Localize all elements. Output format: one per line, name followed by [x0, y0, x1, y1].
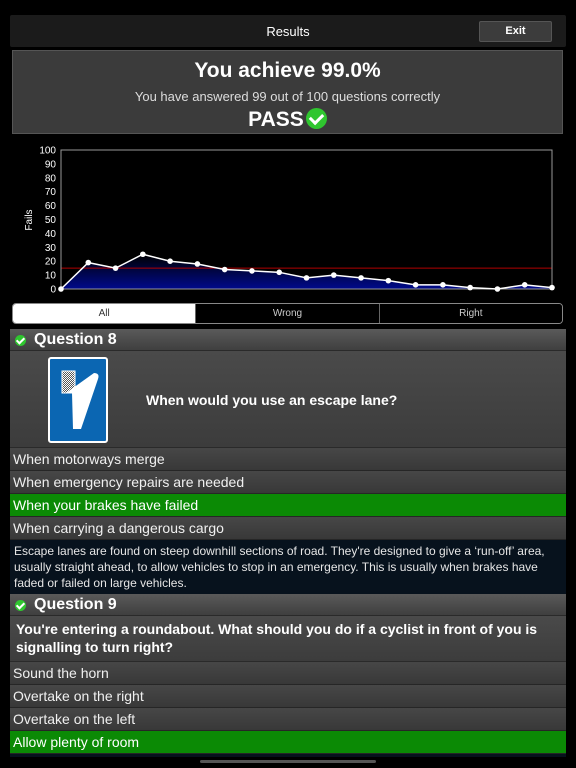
- pass-text: PASS: [248, 108, 304, 131]
- answer-option-correct: When your brakes have failed: [10, 494, 566, 517]
- data-point: [221, 266, 228, 273]
- y-tick-label: 100: [39, 146, 56, 157]
- y-tick-label: 70: [45, 187, 57, 198]
- filter-tabs: All Wrong Right: [12, 303, 563, 324]
- y-tick-label: 80: [45, 173, 57, 184]
- check-circle-icon: [305, 108, 327, 129]
- y-tick-label: 20: [45, 257, 57, 268]
- nav-bar: Results Exit: [10, 15, 566, 47]
- data-point: [58, 286, 64, 292]
- area-fill: [61, 254, 552, 289]
- data-point: [249, 268, 255, 274]
- y-tick-label: 50: [45, 215, 57, 226]
- answer-option: When carrying a dangerous cargo: [10, 517, 566, 540]
- result-summary: You achieve 99.0% You have answered 99 o…: [12, 50, 563, 134]
- answer-option: Overtake on the left: [10, 708, 566, 731]
- data-point: [467, 284, 473, 291]
- answer-option: Sound the horn: [10, 662, 566, 685]
- data-point: [194, 261, 201, 267]
- escape-lane-sign-icon: [61, 370, 99, 429]
- question-body: When would you use an escape lane?: [10, 351, 566, 448]
- exit-button[interactable]: Exit: [479, 21, 552, 42]
- data-point: [330, 272, 337, 278]
- question-text: When would you use an escape lane?: [146, 392, 398, 408]
- answer-option: When emergency repairs are needed: [10, 471, 566, 494]
- data-point: [385, 277, 392, 284]
- data-point: [276, 269, 283, 276]
- data-point: [167, 258, 173, 264]
- y-tick-label: 40: [45, 229, 57, 240]
- data-point: [140, 251, 146, 258]
- question-header: Question 9: [10, 594, 566, 616]
- question-title: Question 9: [34, 596, 117, 613]
- explanation: Allow the cyclist plenty of room. Give t…: [10, 754, 566, 757]
- pass-label: PASS: [13, 108, 562, 132]
- question-header: Question 8: [10, 329, 566, 351]
- answer-option-correct: Allow plenty of room: [10, 731, 566, 754]
- check-circle-icon: [15, 335, 26, 346]
- tab-all[interactable]: All: [13, 304, 196, 323]
- fails-chart: 0 10 20 30 40 50 60 70 80 90 100 Fails: [0, 140, 576, 300]
- data-point: [358, 275, 364, 281]
- data-point: [303, 275, 310, 281]
- check-circle-icon: [15, 600, 26, 611]
- score-title: You achieve 99.0%: [194, 59, 381, 82]
- data-point: [494, 286, 501, 292]
- answer-option: Overtake on the right: [10, 685, 566, 708]
- y-tick-label: 90: [45, 159, 57, 170]
- answer-option: When motorways merge: [10, 448, 566, 471]
- questions-list[interactable]: Question 8 When would you use an escape …: [10, 329, 566, 757]
- data-point: [440, 282, 446, 288]
- data-point: [112, 265, 119, 271]
- y-tick-label: 0: [50, 285, 56, 296]
- y-axis-label: Fails: [24, 209, 35, 230]
- question-text: You're entering a roundabout. What shoul…: [10, 616, 566, 662]
- chart-svg: 0 10 20 30 40 50 60 70 80 90 100 Fails: [24, 146, 555, 296]
- tab-right[interactable]: Right: [378, 304, 562, 323]
- data-point: [521, 282, 528, 288]
- data-point: [412, 282, 419, 288]
- y-tick-label: 30: [45, 243, 57, 254]
- y-tick-label: 10: [45, 271, 57, 282]
- data-point: [85, 259, 92, 266]
- home-indicator[interactable]: [200, 760, 376, 763]
- y-tick-label: 60: [45, 201, 57, 212]
- data-point: [549, 284, 555, 291]
- explanation: Escape lanes are found on steep downhill…: [10, 540, 566, 594]
- question-title: Question 8: [34, 331, 117, 348]
- tab-wrong[interactable]: Wrong: [195, 304, 379, 323]
- escape-lane-sign-image: [48, 357, 108, 443]
- score-subtitle: You have answered 99 out of 100 question…: [134, 89, 441, 104]
